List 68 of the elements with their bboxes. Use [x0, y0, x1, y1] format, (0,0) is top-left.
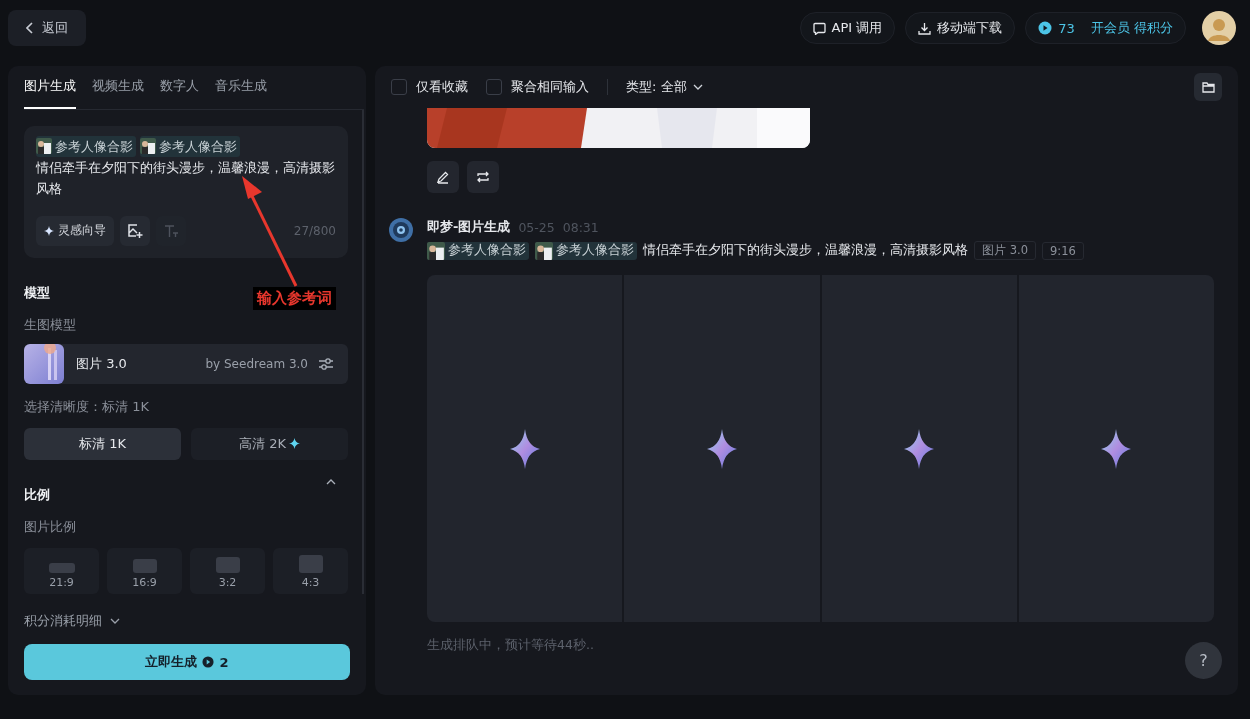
section-title: 模型 [24, 283, 50, 302]
checkbox[interactable] [391, 79, 407, 95]
bot-avatar-icon [389, 218, 413, 242]
reference-chip[interactable]: 参考人像合影 [535, 241, 637, 260]
resolution-option[interactable]: 标清 1K [24, 427, 181, 460]
back-button[interactable]: 返回 [8, 10, 86, 46]
folder-icon [1201, 81, 1215, 93]
mode-tab[interactable]: 视频生成 [92, 76, 144, 109]
checkbox-label[interactable]: 仅看收藏 [416, 78, 468, 96]
inspiration-button[interactable]: 灵感向导 [36, 215, 114, 246]
repeat-icon [476, 170, 490, 184]
reference-chip[interactable]: 参考人像合影 [36, 135, 136, 157]
generate-button[interactable]: 立即生成 2 [24, 644, 350, 680]
ratio-option[interactable]: 21:9 [24, 547, 99, 594]
download-icon [918, 21, 932, 35]
edit-button[interactable] [427, 161, 459, 193]
resolution-option[interactable]: 高清 2K [191, 427, 348, 460]
field-label: 选择清晰度：标清 1K [24, 397, 150, 416]
sparkle-icon [44, 225, 54, 236]
model-thumbnail [24, 343, 64, 384]
reference-chip[interactable]: 参考人像合影 [140, 135, 240, 157]
prompt-field[interactable]: 参考人像合影 参考人像合影 情侣牵手在夕阳下的街头漫步，温馨浪漫，高清摄影风格 灵感向导 27/800 [24, 125, 348, 258]
character-counter: 27/800 [293, 223, 336, 238]
credit-coin-icon [1038, 21, 1053, 35]
date: 05-25 [518, 219, 555, 235]
author-name: 即梦-图片生成 [427, 218, 511, 236]
sparkle-icon [288, 438, 300, 450]
image-add-icon [127, 222, 143, 239]
download-button[interactable]: 移动端下载 [905, 12, 1016, 44]
mode-tab[interactable]: 数字人 [160, 76, 199, 109]
field-label: 生图模型 [24, 315, 77, 334]
time: 08:31 [562, 219, 599, 235]
settings-icon [318, 356, 334, 371]
chevron-down-icon[interactable] [110, 618, 120, 625]
api-button[interactable]: API 调用 [799, 12, 896, 44]
pencil-icon [436, 170, 450, 184]
checkbox[interactable] [486, 79, 502, 95]
text-style-icon [163, 222, 179, 239]
credits-count: 73 [1058, 20, 1075, 36]
annotation-label: 输入参考词 [253, 287, 336, 310]
folder-button[interactable] [1194, 73, 1222, 101]
reference-chip[interactable]: 参考人像合影 [427, 241, 529, 260]
field-label: 图片比例 [24, 517, 77, 536]
regenerate-button[interactable] [467, 161, 499, 193]
chevron-down-icon [692, 84, 703, 90]
ratio-option[interactable]: 16:9 [107, 547, 182, 594]
section-title: 比例 [24, 485, 50, 504]
prompt-text: 情侣牵手在夕阳下的街头漫步，温馨浪漫，高清摄影风格 [643, 242, 968, 259]
help-button[interactable]: ? [1185, 642, 1222, 679]
queue-status: 生成排队中，预计等待44秒.. [427, 637, 595, 654]
credit-coin-icon [202, 656, 215, 669]
mode-tab[interactable]: 音乐生成 [215, 76, 267, 109]
type-dropdown[interactable]: 类型: 全部 [626, 78, 703, 96]
tag: 9:16 [1041, 241, 1084, 260]
chevron-left-icon [26, 22, 34, 34]
cost-detail-toggle[interactable]: 积分消耗明细 [24, 612, 102, 631]
chevron-icon[interactable] [326, 478, 336, 485]
prompt-text: 情侣牵手在夕阳下的街头漫步，温馨浪漫，高清摄影风格 [36, 158, 336, 198]
chat-icon [812, 21, 826, 35]
mode-tab[interactable]: 图片生成 [24, 76, 76, 109]
avatar[interactable] [1202, 11, 1236, 45]
membership-link[interactable]: 开会员 得积分 [1090, 19, 1173, 37]
checkbox-label[interactable]: 聚合相同输入 [511, 78, 589, 96]
ratio-option[interactable]: 3:2 [190, 547, 265, 594]
ratio-option[interactable]: 4:3 [273, 547, 348, 594]
tag: 图片 3.0 [974, 241, 1036, 260]
model-selector[interactable]: 图片 3.0 by Seedream 3.0 [24, 343, 348, 384]
image-add-button[interactable] [120, 215, 150, 246]
